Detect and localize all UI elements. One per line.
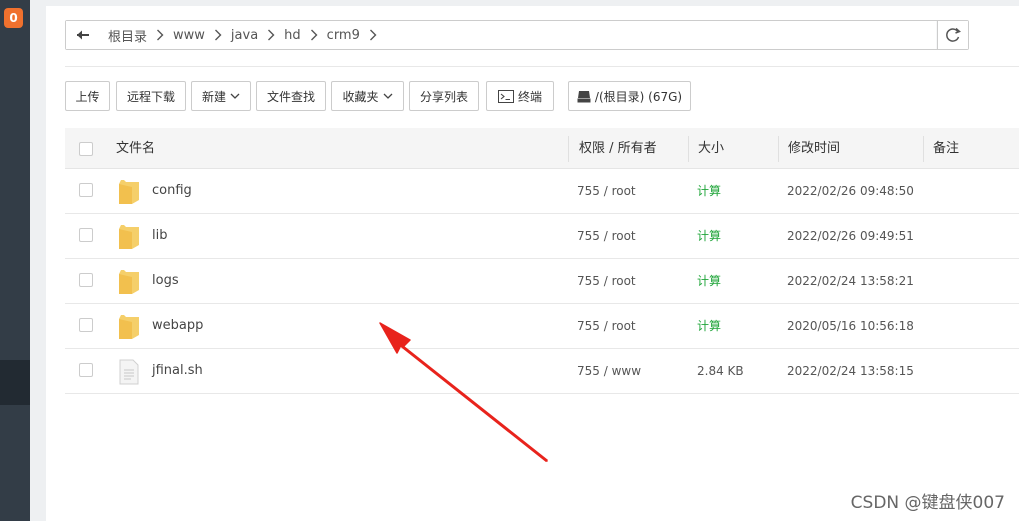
- row-mtime: 2022/02/24 13:58:15: [787, 364, 914, 378]
- select-all-checkbox[interactable]: [79, 142, 93, 156]
- header-perm-owner[interactable]: 权限 / 所有者: [579, 128, 657, 168]
- share-list-button[interactable]: 分享列表: [409, 81, 479, 111]
- chevron-down-icon: [230, 93, 240, 99]
- row-name[interactable]: logs: [152, 259, 179, 303]
- row-name[interactable]: config: [152, 169, 192, 213]
- breadcrumb-crm9[interactable]: crm9: [327, 28, 360, 43]
- folder-icon: [119, 270, 139, 294]
- breadcrumb-www[interactable]: www: [173, 28, 205, 43]
- folder-icon: [119, 225, 139, 249]
- remote-download-button[interactable]: 远程下载: [116, 81, 186, 111]
- chevron-right-icon: [258, 21, 284, 49]
- row-mtime: 2022/02/24 13:58:21: [787, 274, 914, 288]
- row-mtime: 2022/02/26 09:49:51: [787, 229, 914, 243]
- row-perm-owner: 755 / www: [577, 364, 642, 378]
- back-button[interactable]: [66, 21, 101, 49]
- table-row[interactable]: webapp 755 / root 计算 2020/05/16 10:56:18: [65, 304, 1019, 349]
- file-table: 文件名 权限 / 所有者 大小 修改时间 备注 config 755 / root…: [65, 128, 1019, 394]
- notification-badge[interactable]: 0: [4, 8, 23, 28]
- row-checkbox[interactable]: [79, 273, 93, 287]
- breadcrumb-java[interactable]: java: [231, 28, 258, 43]
- table-body: config 755 / root 计算 2022/02/26 09:48:50 lib…: [65, 169, 1019, 394]
- new-dropdown-button[interactable]: 新建: [191, 81, 251, 111]
- breadcrumb-hd[interactable]: hd: [284, 28, 301, 43]
- refresh-button[interactable]: [937, 21, 968, 49]
- column-divider: [923, 136, 924, 162]
- table-row[interactable]: lib 755 / root 计算 2022/02/26 09:49:51: [65, 214, 1019, 259]
- row-size[interactable]: 计算: [697, 169, 721, 213]
- toolbar: 上传 远程下载 新建 文件查找 收藏夹 分享列表 终端 /(根目录) (67G): [65, 81, 1019, 113]
- table-header: 文件名 权限 / 所有者 大小 修改时间 备注: [65, 128, 1019, 169]
- sidebar-active-item[interactable]: [0, 360, 30, 405]
- favorites-dropdown-button[interactable]: 收藏夹: [331, 81, 404, 111]
- column-divider: [688, 136, 689, 162]
- row-checkbox[interactable]: [79, 318, 93, 332]
- disk-icon: [577, 90, 591, 102]
- chevron-right-icon: [360, 21, 386, 49]
- sidebar: 0: [0, 0, 30, 521]
- table-row[interactable]: logs 755 / root 计算 2022/02/24 13:58:21: [65, 259, 1019, 304]
- refresh-icon: [946, 27, 961, 42]
- row-size[interactable]: 计算: [697, 214, 721, 258]
- row-size[interactable]: 计算: [697, 259, 721, 303]
- chevron-right-icon: [147, 21, 173, 49]
- chevron-right-icon: [205, 21, 231, 49]
- row-mtime: 2022/02/26 09:48:50: [787, 184, 914, 198]
- header-mtime[interactable]: 修改时间: [788, 128, 840, 168]
- row-perm-owner: 755 / root: [577, 184, 636, 198]
- column-divider: [568, 136, 569, 162]
- row-checkbox[interactable]: [79, 363, 93, 377]
- file-icon: [119, 359, 139, 385]
- path-bar: 根目录 www java hd crm9: [65, 20, 969, 50]
- header-remark: 备注: [933, 141, 960, 156]
- row-perm-owner: 755 / root: [577, 229, 636, 243]
- folder-icon: [119, 315, 139, 339]
- file-manager-panel: 根目录 www java hd crm9 上传 远程下载 新建 文件查找 收藏夹…: [46, 6, 1019, 521]
- terminal-icon: [497, 89, 514, 103]
- folder-icon: [119, 180, 139, 204]
- row-checkbox[interactable]: [79, 228, 93, 242]
- row-name[interactable]: webapp: [152, 304, 203, 348]
- row-perm-owner: 755 / root: [577, 319, 636, 333]
- row-perm-owner: 755 / root: [577, 274, 636, 288]
- table-row[interactable]: config 755 / root 计算 2022/02/26 09:48:50: [65, 169, 1019, 214]
- toolbar-divider: [65, 66, 1019, 67]
- row-size[interactable]: 计算: [697, 304, 721, 348]
- row-name[interactable]: lib: [152, 214, 167, 258]
- watermark: CSDN @键盘侠007: [850, 493, 1005, 513]
- chevron-right-icon: [301, 21, 327, 49]
- column-divider: [778, 136, 779, 162]
- file-search-button[interactable]: 文件查找: [256, 81, 326, 111]
- upload-button[interactable]: 上传: [65, 81, 110, 111]
- chevron-down-icon: [383, 93, 392, 99]
- terminal-button[interactable]: 终端: [486, 81, 554, 111]
- row-size: 2.84 KB: [697, 364, 744, 378]
- row-checkbox[interactable]: [79, 183, 93, 197]
- table-row[interactable]: jfinal.sh 755 / www 2.84 KB 2022/02/24 13:5…: [65, 349, 1019, 394]
- header-size[interactable]: 大小: [698, 128, 724, 168]
- row-mtime: 2020/05/16 10:56:18: [787, 319, 914, 333]
- row-name[interactable]: jfinal.sh: [152, 349, 203, 393]
- arrow-left-icon: [77, 30, 89, 40]
- disk-button[interactable]: /(根目录) (67G): [568, 81, 691, 111]
- breadcrumb: 根目录 www java hd crm9: [100, 21, 936, 49]
- breadcrumb-root[interactable]: 根目录: [108, 26, 147, 45]
- header-name[interactable]: 文件名: [116, 128, 155, 168]
